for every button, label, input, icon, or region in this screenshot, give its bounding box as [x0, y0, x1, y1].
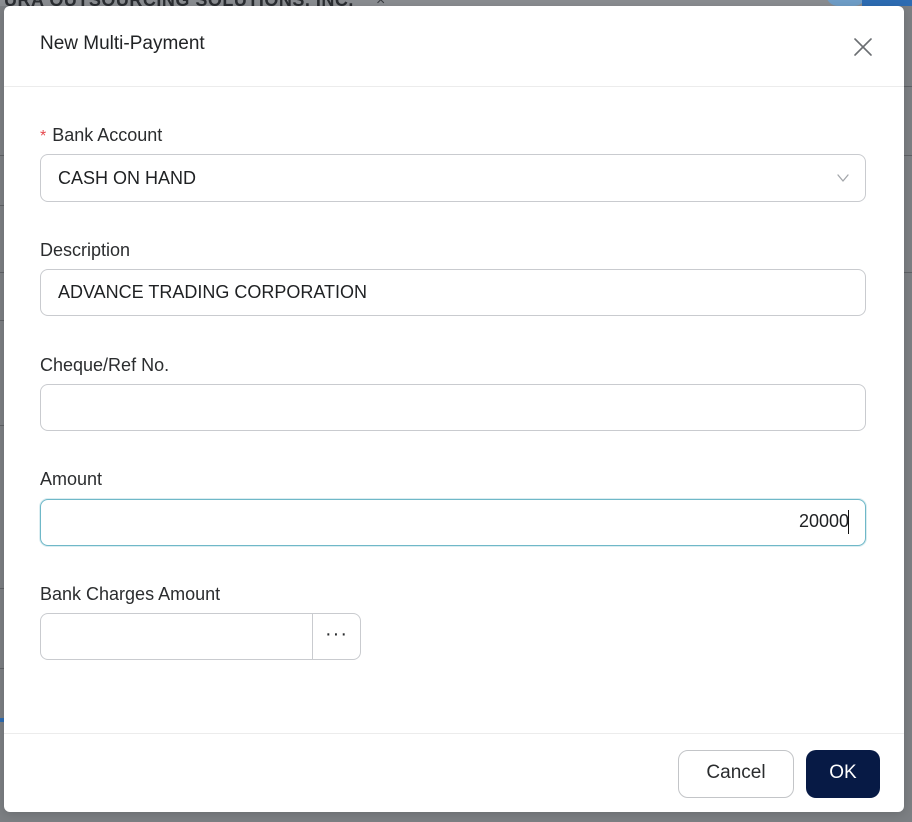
cheque-ref-field[interactable]	[40, 384, 866, 431]
bank-charges-field[interactable]	[40, 613, 314, 660]
bank-account-select[interactable]: CASH ON HAND	[40, 154, 866, 202]
close-button[interactable]	[850, 34, 876, 60]
description-value: ADVANCE TRADING CORPORATION	[58, 282, 368, 302]
dialog-title: New Multi-Payment	[40, 33, 205, 54]
ok-button[interactable]: OK	[806, 750, 880, 798]
bank-account-label-text: Bank Account	[52, 125, 163, 145]
cheque-ref-label: Cheque/Ref No.	[40, 355, 170, 375]
bank-charges-combo: ···	[40, 613, 361, 660]
description-field[interactable]: ADVANCE TRADING CORPORATION	[40, 269, 866, 316]
text-cursor	[848, 510, 849, 534]
app-divider	[904, 86, 912, 87]
close-icon	[854, 38, 872, 56]
bank-account-label: * Bank Account	[40, 125, 162, 146]
amount-label: Amount	[40, 469, 103, 489]
bank-charges-lookup-button[interactable]: ···	[312, 613, 361, 660]
new-multi-payment-dialog: New Multi-Payment * Bank Account CASH ON …	[4, 6, 904, 812]
more-icon: ···	[325, 623, 348, 645]
app-divider	[904, 155, 912, 156]
dialog-footer: Cancel OK	[4, 733, 904, 813]
app-divider	[904, 272, 912, 273]
description-label: Description	[40, 240, 131, 260]
dialog-header: New Multi-Payment	[4, 6, 904, 87]
bank-charges-label: Bank Charges Amount	[40, 584, 221, 604]
chevron-down-icon	[837, 174, 849, 182]
bank-account-value: CASH ON HAND	[58, 168, 197, 188]
required-marker: *	[40, 128, 47, 145]
cancel-button[interactable]: Cancel	[678, 750, 794, 798]
amount-field[interactable]: 20000	[40, 499, 866, 546]
amount-value: 20000	[798, 511, 849, 531]
